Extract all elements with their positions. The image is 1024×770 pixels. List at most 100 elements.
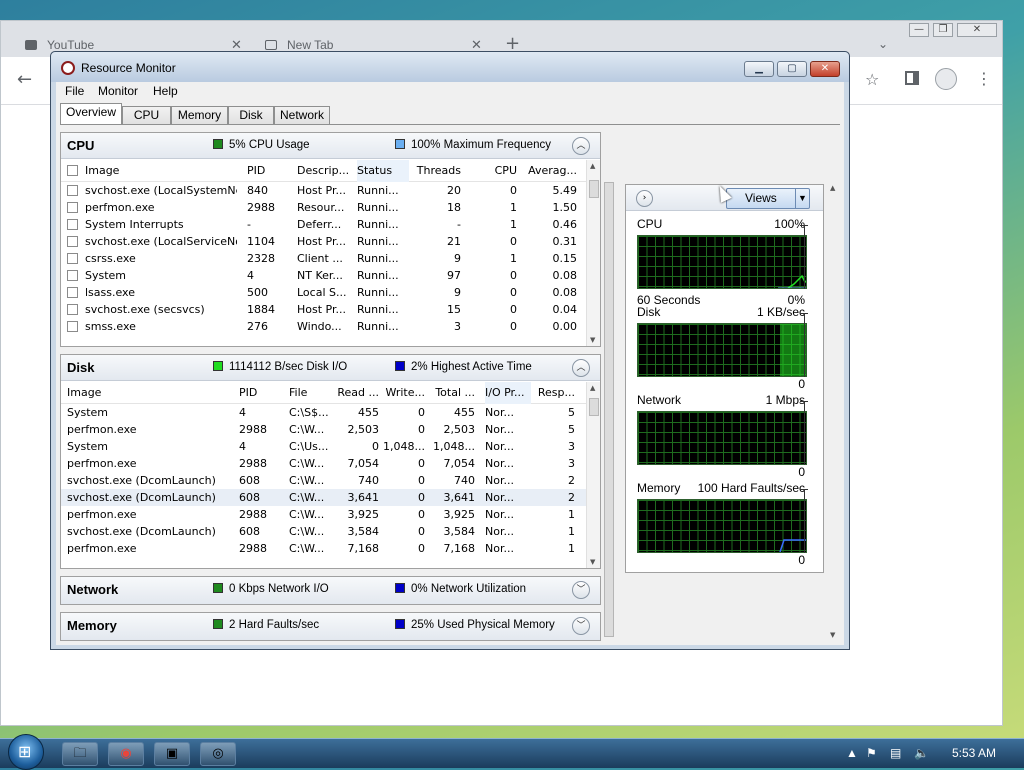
cpu-table-scrollbar[interactable]: ▲ ▼	[586, 160, 600, 346]
scroll-up-arrow-icon[interactable]: ▲	[590, 162, 595, 170]
row-checkbox[interactable]	[67, 287, 78, 298]
row-checkbox[interactable]	[67, 253, 78, 264]
tab-memory[interactable]: Memory	[171, 106, 228, 125]
table-row[interactable]: csrss.exe 2328 Client ... Runni... 9 1 0.15	[61, 250, 587, 267]
table-row[interactable]: perfmon.exe 2988 Resour... Runni... 18 1 1.50	[61, 199, 587, 216]
table-row[interactable]: svchost.exe (secsvcs) 1884 Host Pr... Runni…	[61, 301, 587, 318]
disk-section-header[interactable]: Disk 1114112 B/sec Disk I/O 2% Highest A…	[61, 355, 600, 381]
scrollbar-thumb[interactable]	[604, 182, 614, 637]
views-button[interactable]: Views ▼	[726, 188, 810, 209]
row-checkbox[interactable]	[67, 236, 78, 247]
table-row[interactable]: System Interrupts - Deferr... Runni... - 1 0.4…	[61, 216, 587, 233]
column-header[interactable]: File	[289, 382, 333, 404]
table-row[interactable]: System 4 NT Ker... Runni... 97 0 0.08	[61, 267, 587, 284]
row-checkbox[interactable]	[67, 270, 78, 281]
table-row[interactable]: svchost.exe (DcomLaunch) 608 C:\W... 3,584 0…	[61, 523, 587, 540]
table-row[interactable]: svchost.exe (DcomLaunch) 608 C:\W... 3,641 0…	[61, 489, 587, 506]
column-header[interactable]: Image	[85, 160, 237, 182]
table-row[interactable]: System 4 C:\S$... 455 0 455 Nor... 5	[61, 404, 587, 421]
volume-muted-icon[interactable]: 🔈	[914, 746, 929, 760]
browser-close-button[interactable]: ✕	[957, 23, 997, 37]
row-checkbox[interactable]	[67, 321, 78, 332]
column-header[interactable]: CPU	[465, 160, 517, 182]
back-arrow-icon[interactable]: ←	[17, 69, 32, 90]
menu-file[interactable]: File	[65, 84, 84, 98]
column-header[interactable]: Image	[67, 382, 231, 404]
scroll-down-arrow-icon[interactable]: ▼	[590, 558, 595, 566]
table-row[interactable]: perfmon.exe 2988 C:\W... 2,503 0 2,503 Nor... 5	[61, 421, 587, 438]
overview-scrollbar[interactable]	[603, 182, 615, 637]
clock[interactable]: 5:53 AM	[952, 746, 996, 760]
expand-chevron-icon[interactable]: ﹀	[572, 581, 590, 599]
column-header[interactable]: PID	[239, 382, 279, 404]
resource-monitor-taskbar-button[interactable]: ◎	[200, 742, 236, 766]
column-header[interactable]: Status	[357, 160, 409, 182]
table-row[interactable]: perfmon.exe 2988 C:\W... 7,168 0 7,168 Nor... 1	[61, 540, 587, 557]
table-row[interactable]: svchost.exe (DcomLaunch) 608 C:\W... 740 0 74…	[61, 472, 587, 489]
side-panel-icon[interactable]	[905, 71, 919, 85]
minimize-button[interactable]: ▁	[744, 61, 774, 77]
expand-panel-arrow-icon[interactable]: ›	[636, 190, 653, 207]
column-header[interactable]: Threads	[413, 160, 461, 182]
table-row[interactable]: perfmon.exe 2988 C:\W... 3,925 0 3,925 Nor... 1	[61, 506, 587, 523]
column-header[interactable]: Read ...	[337, 382, 379, 404]
tab-cpu[interactable]: CPU	[122, 106, 171, 125]
scroll-up-arrow-icon[interactable]: ▲	[590, 384, 595, 392]
start-button[interactable]: ⊞	[8, 734, 44, 770]
column-header[interactable]: Descrip...	[297, 160, 351, 182]
menu-monitor[interactable]: Monitor	[98, 84, 138, 98]
chrome-taskbar-button[interactable]: ◉	[108, 742, 144, 766]
command-prompt-taskbar-button[interactable]: ▣	[154, 742, 190, 766]
expand-chevron-icon[interactable]: ﹀	[572, 617, 590, 635]
column-header[interactable]: I/O Pr...	[485, 382, 531, 404]
column-header[interactable]: Total ...	[429, 382, 475, 404]
browser-minimize-button[interactable]: —	[909, 23, 929, 37]
title-bar[interactable]: Resource Monitor ▁ ▢ ✕	[51, 52, 849, 82]
tab-disk[interactable]: Disk	[228, 106, 274, 125]
disk-io-label: 1114112 B/sec Disk I/O	[229, 361, 348, 373]
select-all-checkbox[interactable]	[67, 165, 78, 176]
tab-overview[interactable]: Overview	[60, 103, 122, 125]
column-header[interactable]: Resp...	[535, 382, 575, 404]
table-cell: 0	[510, 303, 517, 316]
column-header[interactable]: Averag...	[521, 160, 577, 182]
table-row[interactable]: perfmon.exe 2988 C:\W... 7,054 0 7,054 Nor... 3	[61, 455, 587, 472]
row-checkbox[interactable]	[67, 202, 78, 213]
table-row[interactable]: svchost.exe (LocalServiceNo... 1104 Host P…	[61, 233, 587, 250]
collapse-chevron-icon[interactable]: ︿	[572, 137, 590, 155]
memory-section-header[interactable]: Memory 2 Hard Faults/sec 25% Used Physic…	[61, 613, 600, 640]
close-button[interactable]: ✕	[810, 61, 840, 77]
table-row[interactable]: svchost.exe (LocalSystemNet... 840 Host Pr…	[61, 182, 587, 199]
scroll-down-arrow-icon[interactable]: ▼	[590, 336, 595, 344]
show-hidden-icons-icon[interactable]: ▲	[846, 746, 858, 760]
row-checkbox[interactable]	[67, 219, 78, 230]
dropdown-arrow-icon[interactable]: ▼	[795, 189, 809, 208]
maximize-button[interactable]: ▢	[777, 61, 807, 77]
network-icon[interactable]: ▤	[890, 746, 901, 760]
scrollbar-thumb[interactable]	[589, 398, 599, 416]
row-checkbox[interactable]	[67, 304, 78, 315]
table-row[interactable]: smss.exe 276 Windo... Runni... 3 0 0.00	[61, 318, 587, 335]
scrollbar-thumb[interactable]	[589, 180, 599, 198]
table-row[interactable]: lsass.exe 500 Local S... Runni... 9 0 0.08	[61, 284, 587, 301]
scroll-up-arrow-icon[interactable]: ▲	[830, 184, 835, 192]
row-checkbox[interactable]	[67, 185, 78, 196]
disk-table-scrollbar[interactable]: ▲ ▼	[586, 382, 600, 568]
bookmark-star-icon[interactable]: ☆	[865, 70, 879, 89]
explorer-taskbar-button[interactable]: 🗀	[62, 742, 98, 766]
network-section-header[interactable]: Network 0 Kbps Network I/O 0% Network Ut…	[61, 577, 600, 604]
collapse-chevron-icon[interactable]: ︿	[572, 359, 590, 377]
menu-help[interactable]: Help	[153, 84, 178, 98]
tab-network[interactable]: Network	[274, 106, 330, 125]
tab-search-chevron-icon[interactable]: ⌄	[878, 37, 888, 51]
more-menu-icon[interactable]: ⋮	[976, 69, 992, 88]
browser-restore-button[interactable]: ❐	[933, 23, 953, 37]
action-center-flag-icon[interactable]: ⚑	[866, 746, 877, 760]
scroll-down-arrow-icon[interactable]: ▼	[830, 631, 835, 639]
table-row[interactable]: System 4 C:\Us... 0 1,048... 1,048... Nor... 3	[61, 438, 587, 455]
profile-avatar-icon[interactable]	[935, 68, 957, 90]
graph-panel-scrollbar[interactable]: ▲ ▼	[828, 184, 840, 639]
column-header[interactable]: PID	[247, 160, 291, 182]
cpu-section-header[interactable]: CPU 5% CPU Usage 100% Maximum Frequency …	[61, 133, 600, 159]
column-header[interactable]: Write...	[383, 382, 425, 404]
